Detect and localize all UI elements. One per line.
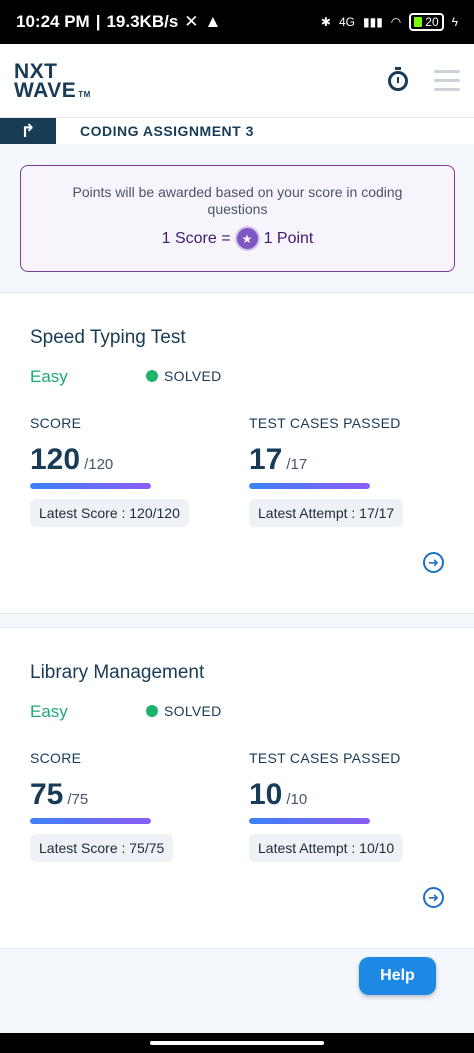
help-button[interactable]: Help <box>359 957 436 995</box>
charging-icon: ϟ <box>451 15 458 29</box>
solved-dot-icon <box>146 705 158 717</box>
tests-total: /17 <box>286 456 308 473</box>
arrow-right-circle-icon[interactable]: ➜ <box>423 552 444 573</box>
tests-value: 17 <box>249 443 283 476</box>
bluetooth-icon: ✱ <box>320 15 331 29</box>
status-time: 10:24 PM <box>16 12 90 31</box>
score-metric: SCORE 75 /75 Latest Score : 75/75 <box>30 750 174 862</box>
app-header: NXT WAVE TM <box>0 44 474 118</box>
navigation-bar <box>0 1033 474 1053</box>
tests-value: 10 <box>249 778 283 811</box>
timer-icon[interactable] <box>388 66 408 91</box>
score-total: /120 <box>84 456 114 473</box>
score-label: SCORE <box>30 750 82 766</box>
battery-level: 20 <box>425 15 439 29</box>
point-label: 1 Point <box>263 229 314 247</box>
question-card: Speed Typing Test Easy SOLVED SCORE 120 … <box>0 292 474 614</box>
status-text: SOLVED <box>164 368 222 384</box>
status-badge: SOLVED <box>146 703 222 719</box>
score-progress-fill <box>30 818 151 824</box>
wifi-icon: ◠ <box>390 15 402 29</box>
status-right: ✱ 4G ▮▮▮ ◠ 20 ϟ <box>321 13 458 31</box>
tests-metric: TEST CASES PASSED 17 /17 Latest Attempt … <box>249 415 404 527</box>
question-title: Library Management <box>30 662 205 683</box>
home-gesture-handle[interactable] <box>150 1041 324 1045</box>
nxtwave-logo[interactable]: NXT WAVE TM <box>14 59 91 102</box>
app-icon: ▲ <box>204 12 222 31</box>
score-value: 120 <box>30 443 81 476</box>
sub-header: ↱ CODING ASSIGNMENT 3 <box>0 118 474 144</box>
tests-progress-bar <box>249 818 370 824</box>
tests-label: TEST CASES PASSED <box>249 415 401 431</box>
tests-progress-bar <box>249 483 370 489</box>
latest-attempt-pill: Latest Attempt : 17/17 <box>249 499 404 527</box>
logo-tm: TM <box>78 89 91 99</box>
battery-icon: 20 <box>409 13 444 31</box>
tests-total: /10 <box>286 791 308 808</box>
points-info-text: Points will be awarded based on your sco… <box>72 184 403 217</box>
solved-dot-icon <box>146 370 158 382</box>
tests-metric: TEST CASES PASSED 10 /10 Latest Attempt … <box>249 750 404 862</box>
logo-line1: NXT <box>14 59 58 83</box>
battery-fill <box>414 17 423 27</box>
latest-score-pill: Latest Score : 120/120 <box>30 499 189 527</box>
question-title: Speed Typing Test <box>30 327 186 348</box>
score-metric: SCORE 120 /120 Latest Score : 120/120 <box>30 415 189 527</box>
score-progress-fill <box>30 483 151 489</box>
arrow-right-circle-icon[interactable]: ➜ <box>423 887 444 908</box>
latest-score-pill: Latest Score : 75/75 <box>30 834 174 862</box>
back-icon[interactable]: ↱ <box>0 118 56 144</box>
status-text: SOLVED <box>164 703 222 719</box>
score-label: 1 Score = <box>161 229 231 247</box>
assignment-title: CODING ASSIGNMENT 3 <box>80 123 254 139</box>
score-label: SCORE <box>30 415 82 431</box>
tests-progress-fill <box>249 818 370 824</box>
points-conversion: 1 Score = ★ 1 Point <box>21 228 454 249</box>
score-progress-bar <box>30 483 151 489</box>
tests-progress-fill <box>249 483 370 489</box>
points-info-box: Points will be awarded based on your sco… <box>20 165 455 272</box>
tests-label: TEST CASES PASSED <box>249 750 401 766</box>
status-speed: 19.3KB/s <box>106 12 179 31</box>
menu-icon[interactable] <box>434 70 460 91</box>
latest-attempt-pill: Latest Attempt : 10/10 <box>249 834 404 862</box>
mute-icon: ✕ <box>184 12 199 31</box>
status-bar: 10:24 PM | 19.3KB/s ✕ ▲ ✱ 4G ▮▮▮ ◠ 20 ϟ <box>0 0 474 44</box>
score-value: 75 <box>30 778 64 811</box>
score-total: /75 <box>67 791 89 808</box>
question-card: Library Management Easy SOLVED SCORE 75 … <box>0 627 474 949</box>
difficulty-label: Easy <box>30 702 68 721</box>
signal-icon: ▮▮▮ <box>362 15 383 29</box>
star-icon: ★ <box>236 228 258 249</box>
status-badge: SOLVED <box>146 368 222 384</box>
status-left: 10:24 PM | 19.3KB/s ✕ ▲ <box>16 12 222 31</box>
logo-line2: WAVE <box>14 78 77 102</box>
difficulty-label: Easy <box>30 367 68 386</box>
network-label: 4G <box>338 15 355 29</box>
header-actions <box>388 66 460 91</box>
score-progress-bar <box>30 818 151 824</box>
